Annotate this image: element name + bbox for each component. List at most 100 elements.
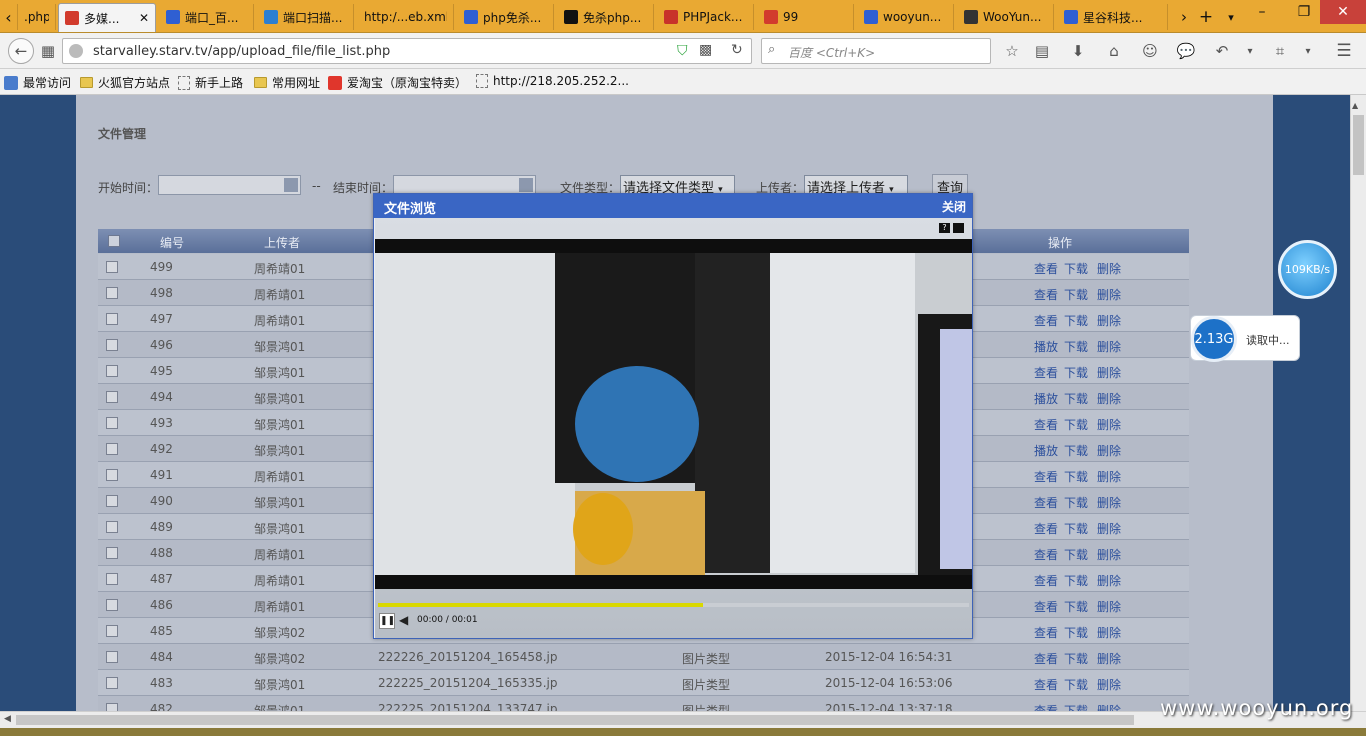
delete-link[interactable]: 删除: [1097, 390, 1121, 407]
delete-link[interactable]: 删除: [1097, 312, 1121, 329]
tab-scroll-left-icon[interactable]: ‹: [0, 4, 18, 30]
select-all-checkbox[interactable]: [108, 235, 120, 247]
row-checkbox[interactable]: [106, 417, 118, 429]
file-type-select[interactable]: 请选择文件类型 ▾: [620, 175, 735, 196]
progress-track[interactable]: [378, 603, 969, 607]
reload-icon[interactable]: ↻: [731, 42, 743, 58]
tab-list-icon[interactable]: ▾: [1220, 4, 1242, 30]
row-checkbox[interactable]: [106, 469, 118, 481]
delete-link[interactable]: 删除: [1097, 494, 1121, 511]
calendar-icon[interactable]: [519, 178, 533, 192]
download-link[interactable]: 下载: [1064, 520, 1088, 537]
end-time-input[interactable]: [393, 175, 536, 195]
bookmark-firefox[interactable]: 火狐官方站点: [80, 74, 170, 91]
download-link[interactable]: 下载: [1064, 260, 1088, 277]
row-checkbox[interactable]: [106, 521, 118, 533]
download-link[interactable]: 下载: [1064, 442, 1088, 459]
tab-11[interactable]: 星谷科技...: [1058, 4, 1168, 30]
row-checkbox[interactable]: [106, 651, 118, 663]
chat-icon[interactable]: 💬: [1176, 41, 1196, 61]
h-scroll-thumb[interactable]: [16, 715, 1134, 725]
view-play-link[interactable]: 查看: [1034, 598, 1058, 615]
speed-widget[interactable]: 109KB/s: [1278, 240, 1337, 299]
download-link[interactable]: 下载: [1064, 598, 1088, 615]
tab-10[interactable]: WooYun...: [958, 4, 1054, 30]
star-icon[interactable]: ☆: [1002, 41, 1022, 61]
delete-link[interactable]: 删除: [1097, 338, 1121, 355]
row-checkbox[interactable]: [106, 287, 118, 299]
pause-icon[interactable]: ❚❚: [379, 613, 395, 629]
tab-9[interactable]: wooyun...: [858, 4, 954, 30]
search-box[interactable]: ⌕ 百度 <Ctrl+K>: [761, 38, 991, 64]
view-play-link[interactable]: 查看: [1034, 416, 1058, 433]
view-play-link[interactable]: 查看: [1034, 364, 1058, 381]
download-link[interactable]: 下载: [1064, 702, 1088, 711]
smile-icon[interactable]: ☺: [1140, 41, 1160, 61]
tab-0[interactable]: .php: [18, 4, 56, 30]
view-play-link[interactable]: 查看: [1034, 494, 1058, 511]
row-checkbox[interactable]: [106, 443, 118, 455]
bookmark-aitaobao[interactable]: 爱淘宝（原淘宝特卖）: [328, 74, 467, 91]
row-checkbox[interactable]: [106, 339, 118, 351]
undo-menu-icon[interactable]: ▾: [1240, 41, 1260, 61]
bookmark-most-visited[interactable]: 最常访问: [4, 74, 71, 91]
delete-link[interactable]: 删除: [1097, 624, 1121, 641]
url-bar[interactable]: starvalley.starv.tv/app/upload_file/file…: [62, 38, 752, 64]
dialog-close-button[interactable]: 关闭: [942, 198, 966, 215]
new-tab-icon[interactable]: +: [1194, 4, 1218, 30]
row-checkbox[interactable]: [106, 391, 118, 403]
delete-link[interactable]: 删除: [1097, 572, 1121, 589]
download-link[interactable]: 下载: [1064, 572, 1088, 589]
view-play-link[interactable]: 查看: [1034, 260, 1058, 277]
start-time-input[interactable]: [158, 175, 301, 195]
row-checkbox[interactable]: [106, 313, 118, 325]
row-checkbox[interactable]: [106, 495, 118, 507]
menu-icon[interactable]: ☰: [1334, 41, 1354, 61]
delete-link[interactable]: 删除: [1097, 442, 1121, 459]
minimize-icon[interactable]: –: [1242, 0, 1282, 24]
bookmark-ip-link[interactable]: http://218.205.252.2...: [476, 74, 629, 88]
download-link[interactable]: 下载: [1064, 286, 1088, 303]
uploader-select[interactable]: 请选择上传者 ▾: [804, 175, 908, 196]
delete-link[interactable]: 删除: [1097, 260, 1121, 277]
scroll-thumb[interactable]: [1353, 115, 1364, 175]
calendar-icon[interactable]: [284, 178, 298, 192]
download-link[interactable]: 下载: [1064, 364, 1088, 381]
url-text[interactable]: starvalley.starv.tv/app/upload_file/file…: [93, 44, 390, 59]
undo-icon[interactable]: ↶: [1212, 41, 1232, 61]
bookmark-common-sites[interactable]: 常用网址: [254, 74, 320, 91]
row-checkbox[interactable]: [106, 625, 118, 637]
video-frame[interactable]: [375, 239, 972, 589]
delete-link[interactable]: 删除: [1097, 416, 1121, 433]
maximize-icon[interactable]: ❐: [1284, 0, 1324, 24]
delete-link[interactable]: 删除: [1097, 676, 1121, 693]
tab-1[interactable]: 多媒... ✕: [58, 3, 156, 32]
view-play-link[interactable]: 查看: [1034, 546, 1058, 563]
crop-icon[interactable]: ⌗: [1270, 41, 1290, 61]
view-play-link[interactable]: 查看: [1034, 520, 1058, 537]
download-link[interactable]: 下载: [1064, 338, 1088, 355]
view-play-link[interactable]: 查看: [1034, 624, 1058, 641]
view-play-link[interactable]: 查看: [1034, 572, 1058, 589]
help-icon[interactable]: ?: [939, 223, 950, 233]
tab-4[interactable]: http:/...eb.xml: [358, 4, 454, 30]
download-link[interactable]: 下载: [1064, 494, 1088, 511]
view-play-link[interactable]: 播放: [1034, 442, 1058, 459]
home-icon[interactable]: ⌂: [1104, 41, 1124, 61]
bookmark-getting-started[interactable]: 新手上路: [178, 74, 243, 91]
delete-link[interactable]: 删除: [1097, 520, 1121, 537]
tab-2[interactable]: 端口_百...: [160, 4, 254, 30]
row-checkbox[interactable]: [106, 573, 118, 585]
view-play-link[interactable]: 播放: [1034, 390, 1058, 407]
delete-link[interactable]: 删除: [1097, 702, 1121, 711]
vertical-scrollbar[interactable]: ▲: [1350, 95, 1366, 711]
video-player[interactable]: ? ❚❚ ◀ 00:00 / 00:01: [375, 218, 972, 638]
view-play-link[interactable]: 查看: [1034, 312, 1058, 329]
download-widget[interactable]: 2.13G 读取中...: [1190, 315, 1300, 362]
tab-5[interactable]: php免杀...: [458, 4, 554, 30]
download-link[interactable]: 下载: [1064, 312, 1088, 329]
crop-menu-icon[interactable]: ▾: [1298, 41, 1318, 61]
view-play-link[interactable]: 查看: [1034, 650, 1058, 667]
scroll-left-icon[interactable]: ◀: [4, 714, 11, 724]
download-link[interactable]: 下载: [1064, 416, 1088, 433]
